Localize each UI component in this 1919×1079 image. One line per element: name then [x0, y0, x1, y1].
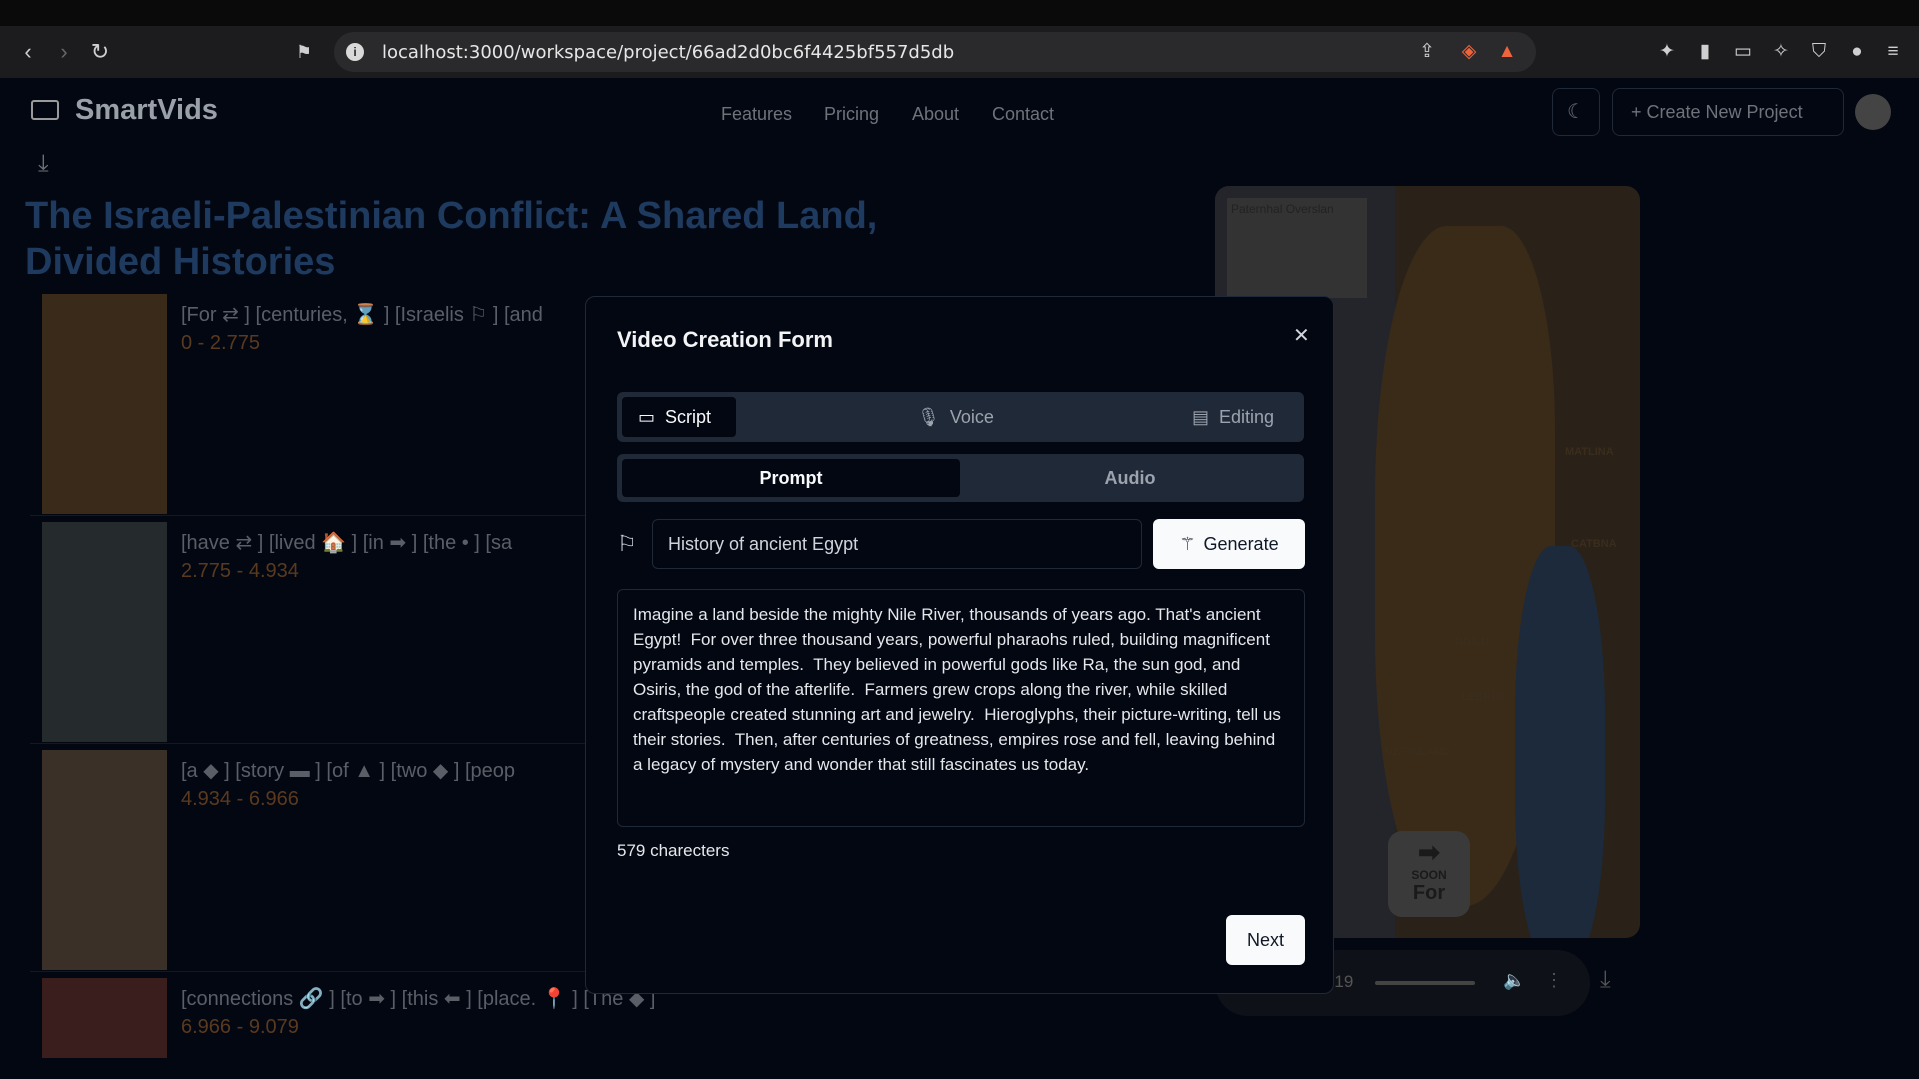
- main-tabs: ▭ Script 🎙 Voice ▤ Editing: [617, 392, 1304, 442]
- flag-icon: ⚐: [617, 531, 637, 556]
- map-label: CATBNA: [1571, 538, 1617, 550]
- url-text[interactable]: localhost:3000/workspace/project/66ad2d0…: [382, 42, 954, 63]
- brave-rewards-icon[interactable]: ▲: [1494, 39, 1520, 65]
- map-legend: Paternhal Overslan: [1227, 198, 1367, 298]
- sign-bottom: For: [1412, 882, 1446, 904]
- scene-time: 6.966 - 9.079: [181, 1016, 299, 1038]
- tab-editing-label: Editing: [1219, 407, 1275, 427]
- nav-features[interactable]: Features: [721, 104, 792, 125]
- app-page: SmartVids Features Pricing About Contact…: [0, 78, 1919, 1079]
- prompt-input[interactable]: [652, 519, 1142, 569]
- clipboard-icon: ▤: [1192, 407, 1210, 427]
- bookmark-icon[interactable]: ⚑: [292, 40, 316, 64]
- scene-thumbnail: [42, 750, 167, 970]
- progress-slider[interactable]: [1375, 981, 1475, 985]
- wallet-icon[interactable]: ▭: [1730, 39, 1756, 65]
- next-button[interactable]: Next: [1226, 915, 1305, 965]
- sub-tabs: Prompt Audio: [617, 454, 1304, 502]
- extensions-icon[interactable]: ✦: [1654, 39, 1680, 65]
- generate-button[interactable]: ⚚ Generate: [1153, 519, 1305, 569]
- brave-shield-icon[interactable]: ◈: [1456, 39, 1482, 65]
- scene-words: [have ⇄ ] [lived 🏠 ] [in ➡ ] [the • ] [s…: [181, 532, 513, 554]
- map-sign: ➡ SOON For: [1388, 831, 1470, 917]
- vpn-icon[interactable]: ⛉: [1806, 39, 1832, 65]
- magic-wand-icon: ⚚: [1179, 534, 1196, 554]
- nav-about[interactable]: About: [912, 104, 959, 125]
- leo-icon[interactable]: ✧: [1768, 39, 1794, 65]
- character-count: 579 charecters: [617, 841, 730, 860]
- tab-voice-label: Voice: [949, 407, 994, 427]
- arrow-right-icon: ➡: [1418, 837, 1440, 867]
- microphone-icon: 🎙: [917, 407, 940, 427]
- back-icon[interactable]: ‹: [16, 40, 40, 64]
- map-label: NGILU: [1455, 636, 1490, 648]
- scene-words: [a ◆ ] [story ▬ ] [of ▲ ] [two ◆ ] [peop: [181, 760, 516, 782]
- page-title: The Israeli-Palestinian Conflict: A Shar…: [25, 195, 878, 283]
- scene-time: 0 - 2.775: [181, 332, 260, 354]
- volume-icon[interactable]: 🔈: [1503, 970, 1525, 991]
- moon-icon: ☾: [1567, 101, 1585, 123]
- map-label: LEBRHE: [1461, 691, 1507, 703]
- tab-audio[interactable]: Audio: [961, 459, 1299, 497]
- forward-icon[interactable]: ›: [52, 40, 76, 64]
- download-icon[interactable]: ⤓: [38, 150, 64, 177]
- download-audio-icon[interactable]: ⤓: [1600, 966, 1611, 994]
- browser-chrome: ‹ › ↻ ⚑ i localhost:3000/workspace/proje…: [0, 0, 1919, 78]
- more-options-icon[interactable]: ⋮: [1545, 970, 1563, 991]
- map-red-sea: [1515, 546, 1605, 938]
- menu-icon[interactable]: ≡: [1880, 39, 1906, 65]
- scene-time: 4.934 - 6.966: [181, 788, 299, 810]
- avatar[interactable]: [1855, 94, 1891, 130]
- nav-contact[interactable]: Contact: [992, 104, 1054, 125]
- tab-script-label: Script: [665, 407, 712, 427]
- tab-script[interactable]: ▭ Script: [622, 397, 736, 437]
- site-info-icon[interactable]: i: [346, 43, 364, 61]
- tab-voice[interactable]: 🎙 Voice: [917, 397, 1027, 437]
- scene-thumbnail: [42, 294, 167, 514]
- scene-thumbnail: [42, 522, 167, 742]
- video-camera-icon: ▭: [638, 407, 656, 427]
- theme-toggle-button[interactable]: ☾: [1552, 88, 1600, 136]
- close-icon[interactable]: ✕: [1293, 323, 1310, 348]
- map-label: Nz/FINLAND: [1385, 746, 1450, 758]
- sidebar-icon[interactable]: ▮: [1692, 39, 1718, 65]
- nav-pricing[interactable]: Pricing: [824, 104, 879, 125]
- create-project-button[interactable]: + Create New Project: [1612, 88, 1844, 136]
- address-bar[interactable]: i localhost:3000/workspace/project/66ad2…: [334, 32, 1536, 72]
- sign-top: SOON: [1411, 868, 1447, 882]
- scene-thumbnail: [42, 978, 167, 1058]
- map-label: MATLINA: [1565, 446, 1614, 458]
- tab-prompt[interactable]: Prompt: [622, 459, 960, 497]
- scene-words: [For ⇄ ] [centuries, ⌛ ] [Israelis ⚐ ] […: [181, 304, 543, 326]
- reload-icon[interactable]: ↻: [88, 40, 112, 64]
- profile-icon[interactable]: ●: [1844, 39, 1870, 65]
- brand-name[interactable]: SmartVids: [75, 94, 218, 127]
- video-creation-dialog: Video Creation Form ✕ ▭ Script 🎙 Voice ▤ Ed…: [585, 296, 1334, 994]
- scene-words: [connections 🔗 ] [to ➡ ] [this ⬅ ] [plac…: [181, 988, 656, 1010]
- generate-label: Generate: [1203, 534, 1279, 554]
- script-textarea[interactable]: Imagine a land beside the mighty Nile Ri…: [617, 589, 1305, 827]
- tab-editing[interactable]: ▤ Editing: [1192, 397, 1302, 437]
- dialog-title: Video Creation Form: [617, 327, 833, 352]
- scene-time: 2.775 - 4.934: [181, 560, 299, 582]
- video-camera-icon: [31, 100, 59, 120]
- share-icon[interactable]: ⇪: [1414, 39, 1440, 65]
